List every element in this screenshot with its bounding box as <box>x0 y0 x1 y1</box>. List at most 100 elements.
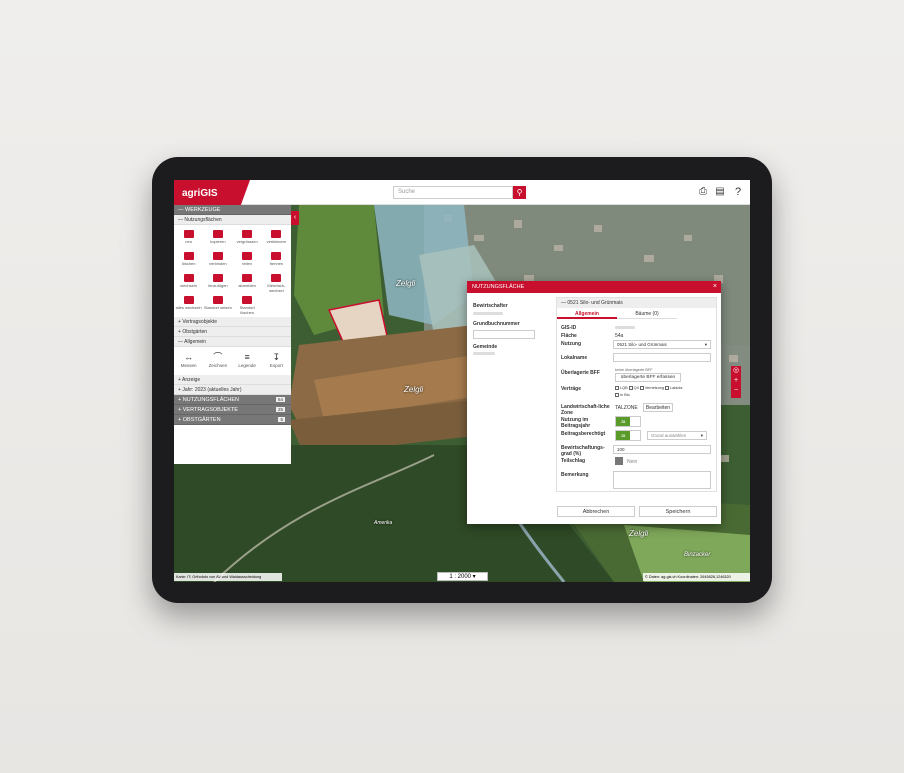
tool-add-button[interactable]: hinzufügen <box>203 271 232 293</box>
subsection-nutzungsflaechen[interactable]: — Nutzungsflächen <box>174 215 291 225</box>
add-area-icon <box>183 230 194 238</box>
lqb-checkbox[interactable]: LQB <box>615 386 628 390</box>
search-input[interactable]: Suche <box>393 186 513 199</box>
grundbuchnummer-field[interactable] <box>473 330 535 339</box>
vernetzung-checkbox[interactable]: Vernetzung <box>639 386 664 390</box>
zoom-controls: ◎ + − <box>731 366 741 398</box>
bemerkung-textarea[interactable] <box>613 471 711 489</box>
nutzung-value: 0521 Silo- und Grünmais <box>617 342 667 347</box>
collapse-sidebar-button[interactable]: ‹ <box>291 211 299 225</box>
nutzung-jahr-label: Nutzung im Beitragsjahr <box>561 417 591 429</box>
help-icon[interactable]: ? <box>732 186 744 198</box>
tool-label: Mehrfach­wechsel <box>267 283 286 293</box>
home-icon <box>212 296 223 304</box>
bewgrad-value: 100 <box>617 447 625 452</box>
teilschlag-toggle[interactable] <box>615 457 623 465</box>
map-label: Zelgli <box>629 529 649 538</box>
beitragsberechtigt-label: Beitragsberechtigt <box>561 431 606 437</box>
tool-set-location-button[interactable]: Standort setzen <box>203 293 232 315</box>
cancel-button[interactable]: Abbrechen <box>557 506 635 517</box>
panel-header[interactable]: — 0521 Silo- und Grünmais <box>557 298 716 308</box>
top-bar: agriGIS Suche ⚲ ⎙ ▤ ? <box>174 180 750 205</box>
bewirtschafter-label: Bewirtschafter <box>473 303 508 309</box>
section-vertragsobjekte[interactable]: + VERTRAGSOBJEKTE 25 <box>174 405 291 415</box>
measure-button[interactable]: ↔ Messen <box>174 349 203 373</box>
teilschlag-label: Teilschlag <box>561 458 586 464</box>
sidebar: — WERKZEUGE — Nutzungsflächen neu kopier… <box>174 205 291 464</box>
tool-delete-location-button[interactable]: Standort löschen <box>233 293 262 315</box>
checkbox-label: QII <box>633 386 639 390</box>
zoom-in-icon[interactable]: + <box>731 376 741 386</box>
app-logo[interactable]: agriGIS <box>174 180 250 205</box>
bff-note: keine überlagerte BFF <box>615 368 653 372</box>
tool-merge-button[interactable]: verbinden <box>203 249 232 271</box>
subsection-jahr[interactable]: + Jahr: 2023 (aktuelles Jahr) <box>174 385 291 395</box>
subsection-anzeige[interactable]: + Anzeige <box>174 375 291 385</box>
section-werkzeuge[interactable]: — WERKZEUGE <box>174 205 291 215</box>
detail-panel: — 0521 Silo- und Grünmais Allgemein Bäum… <box>556 297 717 492</box>
tool-copy-button[interactable]: kopieren <box>203 227 232 249</box>
tool-separate-button[interactable]: trennen <box>262 249 291 271</box>
gemeinde-label: Gemeinde <box>473 344 498 350</box>
tool-grid: neu kopieren vergrössern verkleinern lös… <box>174 225 291 317</box>
close-icon[interactable]: × <box>713 283 717 290</box>
map-label: Binzacker <box>684 552 711 558</box>
tab-allgemein[interactable]: Allgemein <box>557 309 617 319</box>
count-badge: 5 <box>278 417 285 422</box>
tool-switch-button[interactable]: wechseln <box>174 271 203 293</box>
grund-select[interactable]: Grund auswählen ▾ <box>647 431 707 440</box>
bewgrad-field[interactable]: 100 <box>613 445 711 454</box>
gis-id-label: GIS-ID <box>561 325 577 331</box>
subsection-label: Vertragsobjekte <box>182 319 218 325</box>
lokalname-field[interactable] <box>613 353 711 362</box>
tool-delete-button[interactable]: löschen <box>174 249 203 271</box>
legend-button[interactable]: ≡ Legende <box>233 349 262 373</box>
draw-button[interactable]: ⌒ Zeichnen <box>203 349 232 373</box>
enlarge-area-icon <box>242 230 253 238</box>
nutzungsflaeche-dialog: NUTZUNGSFLÄCHE × Bewirtschafter Grundbuc… <box>467 281 721 524</box>
tool-label: verbinden <box>209 261 227 266</box>
section-nutzungsflaechen[interactable]: + NUTZUNGSFLÄCHEN 64 <box>174 395 291 405</box>
lokalname-label: Lokalname <box>561 355 588 361</box>
search-button[interactable]: ⚲ <box>513 186 526 199</box>
tool-switch-all-button[interactable]: alles wechseln <box>174 293 203 315</box>
tool-multi-switch-button[interactable]: Mehrfach­wechsel <box>262 271 291 293</box>
subsection-label: Allgemein <box>184 339 207 345</box>
tool-enlarge-button[interactable]: vergrössern <box>233 227 262 249</box>
app-screen: Zelgli Zelgli Zelgli Amerika Binzacker a… <box>174 180 750 582</box>
tool-label: wechseln <box>180 283 197 288</box>
nutzung-label: Nutzung <box>561 341 581 347</box>
labiola-checkbox[interactable]: Labiola <box>665 386 682 390</box>
dialog-title: NUTZUNGSFLÄCHE <box>472 284 525 290</box>
zone-edit-button[interactable]: Bearbeiten <box>643 403 673 412</box>
print-icon[interactable]: ⎙ <box>697 186 709 198</box>
subsection-vertragsobjekte[interactable]: + Vertragsobjekte <box>174 317 291 327</box>
nutzung-select[interactable]: 0521 Silo- und Grünmais ▾ <box>613 340 711 349</box>
save-button[interactable]: Speichern <box>639 506 717 517</box>
map-label: Amerika <box>374 520 393 526</box>
tool-label: Zeichnen <box>208 363 228 368</box>
tool-deregister-button[interactable]: abmelden <box>233 271 262 293</box>
redacted-value <box>473 352 495 355</box>
tool-label: abmelden <box>238 283 256 288</box>
tool-split-button[interactable]: teilen <box>233 249 262 271</box>
section-obstgaerten[interactable]: + OBSTGÄRTEN 5 <box>174 415 291 425</box>
bff-add-button[interactable]: überlagerte BFF erfassen <box>615 373 681 382</box>
tool-label: vergrössern <box>236 239 258 244</box>
bio-checkbox[interactable]: In Bio <box>615 393 630 397</box>
export-button[interactable]: ↧ Export <box>262 349 291 373</box>
flaeche-label: Fläche <box>561 333 577 339</box>
subsection-obstgaerten[interactable]: + Obstgärten <box>174 327 291 337</box>
subsection-allgemein[interactable]: — Allgemein <box>174 337 291 347</box>
scale-select[interactable]: 1 : 2000 ▾ <box>437 572 488 581</box>
tab-baeume[interactable]: Bäume (0) <box>617 309 677 319</box>
beitragsberechtigt-toggle[interactable]: Ja <box>615 430 641 441</box>
zoom-out-icon[interactable]: − <box>731 386 741 396</box>
map-icon[interactable]: ▤ <box>714 186 726 198</box>
locate-icon[interactable]: ◎ <box>731 366 741 376</box>
nutzung-jahr-toggle[interactable]: Ja <box>615 416 641 427</box>
tool-new-button[interactable]: neu <box>174 227 203 249</box>
tool-shrink-button[interactable]: verkleinern <box>262 227 291 249</box>
copy-area-icon <box>212 230 223 238</box>
qii-checkbox[interactable]: QII <box>628 386 639 390</box>
